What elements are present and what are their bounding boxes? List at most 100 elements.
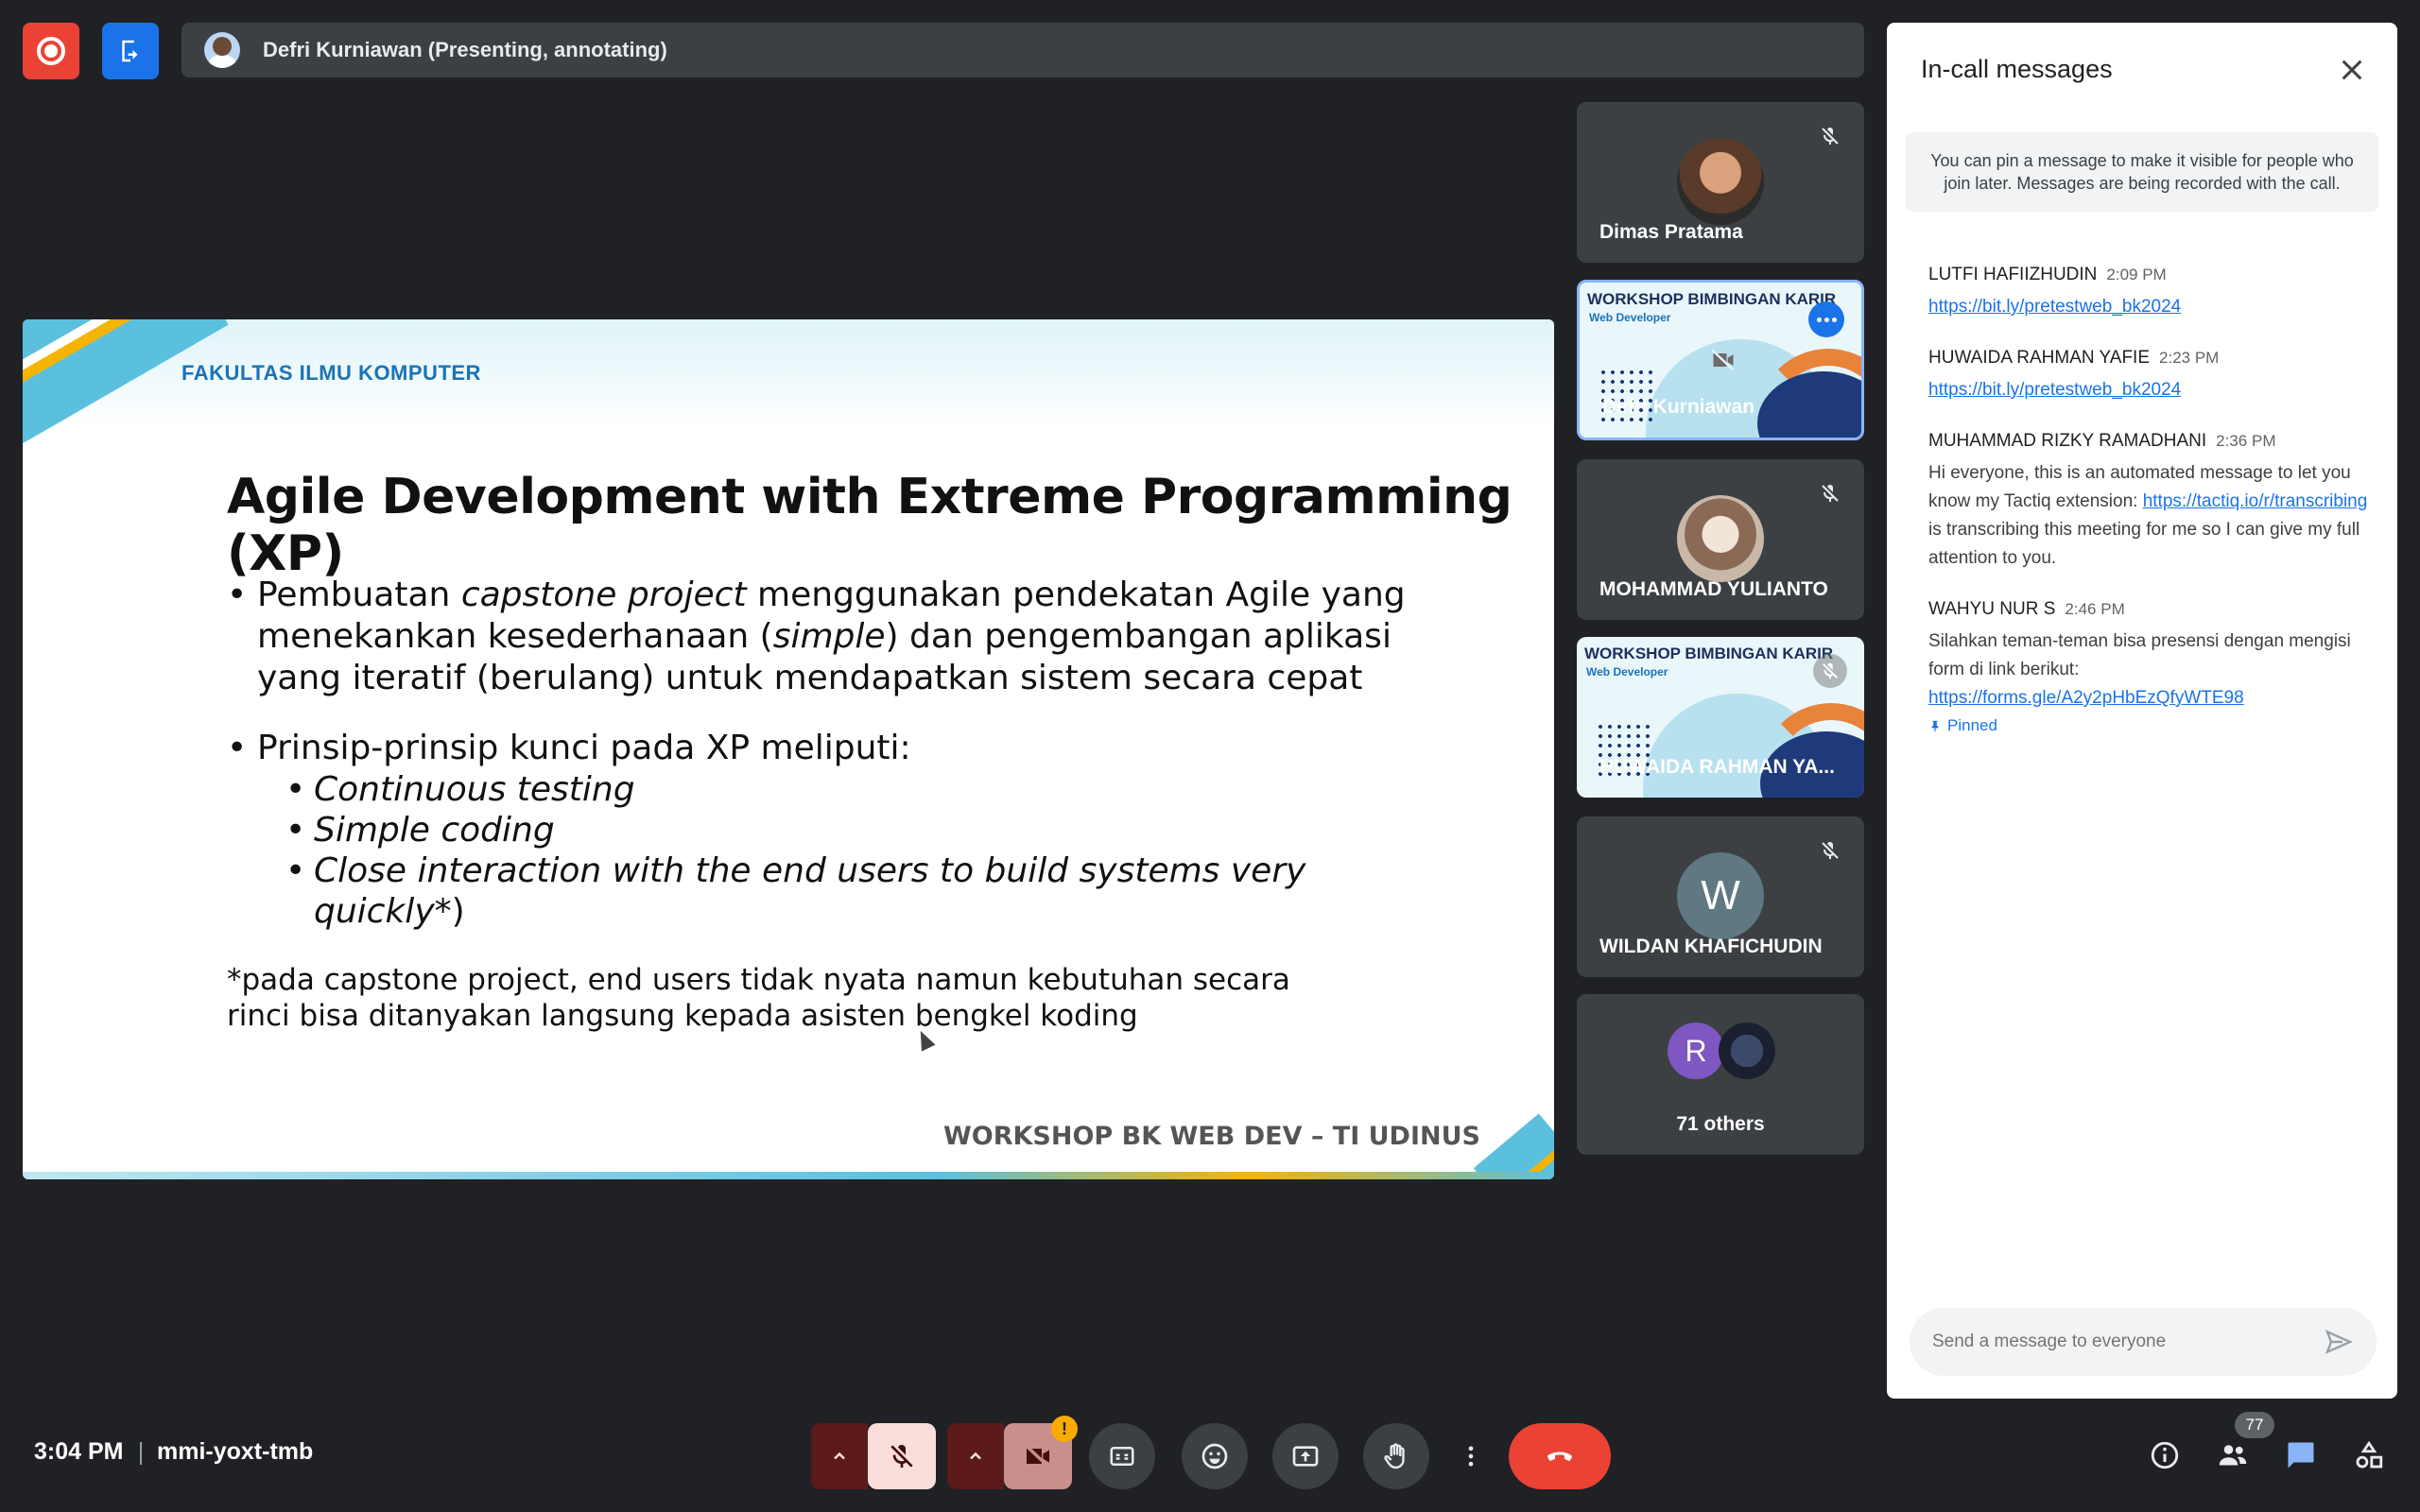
chat-message: WAHYU NUR S 2:46 PM Silahkan teman-teman …: [1928, 599, 2373, 735]
close-icon[interactable]: [2337, 55, 2367, 85]
chat-message: HUWAIDA RAHMAN YAFIE 2:23 PM https://bit.…: [1928, 348, 2373, 404]
slide-bullet: • Prinsip-prinsip kunci pada XP meliputi:: [227, 729, 911, 767]
presenter-bar: Defri Kurniawan (Presenting, annotating): [182, 23, 1864, 77]
activities-button[interactable]: [102, 23, 159, 79]
chevron-up-icon: [834, 1452, 845, 1460]
present-screen-icon: [1292, 1446, 1319, 1467]
microphone-button[interactable]: [868, 1423, 936, 1489]
message-time: 2:09 PM: [2106, 266, 2167, 284]
camera-off-icon: [1024, 1443, 1051, 1469]
more-options-button[interactable]: [1808, 301, 1844, 337]
participant-name: HUWAIDA RAHMAN YA...: [1599, 756, 1835, 778]
camera-off-icon: [1711, 349, 1735, 371]
shapes-icon: [2356, 1440, 2383, 1469]
participant-name: MOHAMMAD YULIANTO: [1599, 578, 1828, 600]
message-time: 2:36 PM: [2216, 432, 2276, 450]
reactions-button[interactable]: [1182, 1423, 1248, 1489]
audio-options-button[interactable]: [811, 1423, 868, 1489]
warning-badge: !: [1051, 1416, 1078, 1442]
participant-tile[interactable]: W WILDAN KHAFICHUDIN: [1577, 816, 1864, 977]
slide-faculty: FAKULTAS ILMU KOMPUTER: [182, 361, 481, 385]
tile-slide-title: WORKSHOP BIMBINGAN KARIR: [1587, 290, 1837, 308]
tile-slide-subtitle: Web Developer: [1589, 311, 1671, 324]
captions-button[interactable]: [1089, 1423, 1155, 1489]
slide-subbullet: • Simple coding: [285, 811, 555, 850]
end-call-icon: [1547, 1452, 1572, 1461]
video-options-button[interactable]: [947, 1423, 1004, 1489]
send-icon[interactable]: [2324, 1327, 2354, 1357]
chat-icon: [2288, 1442, 2314, 1469]
captions-icon: [1110, 1447, 1134, 1466]
pin-info-banner: You can pin a message to make it visible…: [1906, 132, 2378, 212]
info-icon: [2151, 1441, 2179, 1469]
in-call-messages-panel: In-call messages You can pin a message t…: [1887, 23, 2397, 1399]
clock: 3:04 PM: [34, 1438, 124, 1465]
others-tile[interactable]: R 71 others: [1577, 994, 1864, 1155]
slide-subbullet: • Close interaction with the end users to…: [285, 851, 1306, 931]
slide-title: Agile Development with Extreme Programmi…: [227, 469, 1512, 582]
hand-icon: [1384, 1443, 1405, 1469]
record-icon: [37, 37, 65, 65]
message-sender: WAHYU NUR S: [1928, 599, 2056, 619]
more-options-button[interactable]: [1452, 1423, 1490, 1489]
presenter-label: Defri Kurniawan (Presenting, annotating): [263, 38, 667, 61]
presenter-avatar: [204, 32, 240, 68]
participant-tile[interactable]: WORKSHOP BIMBINGAN KARIR Web Developer H…: [1577, 637, 1864, 798]
message-link[interactable]: https://bit.ly/pretestweb_bk2024: [1928, 297, 2181, 317]
people-button[interactable]: [2212, 1435, 2254, 1476]
mic-off-icon: [1813, 476, 1847, 510]
mic-off-icon: [1813, 833, 1847, 868]
avatar: R: [1668, 1022, 1724, 1079]
message-input[interactable]: [1932, 1332, 2324, 1352]
avatar: [1719, 1022, 1775, 1079]
participant-tile-presenter[interactable]: WORKSHOP BIMBINGAN KARIR Web Developer D…: [1577, 280, 1864, 440]
participant-name: Dimas Pratama: [1599, 221, 1743, 243]
avatar: [1677, 138, 1764, 225]
slide-bullet: • Pembuatan capstone project menggunakan…: [227, 576, 1406, 697]
people-icon: [2219, 1445, 2247, 1466]
message-link[interactable]: https://tactiq.io/r/transcribing: [2143, 491, 2368, 511]
pinned-label: Pinned: [1928, 716, 2373, 735]
raise-hand-button[interactable]: [1363, 1423, 1429, 1489]
message-sender: MUHAMMAD RIZKY RAMADHANI: [1928, 431, 2207, 451]
pin-icon: [1931, 720, 1939, 731]
chevron-up-icon: [970, 1452, 981, 1460]
participant-name: Defri Kurniawan: [1602, 396, 1755, 418]
camera-button[interactable]: !: [1004, 1416, 1078, 1489]
chat-button[interactable]: [2280, 1435, 2322, 1476]
slide-subbullet: • Continuous testing: [285, 770, 635, 809]
leave-call-button[interactable]: [1509, 1423, 1611, 1489]
clipboard-icon: [122, 40, 138, 62]
message-input-box[interactable]: [1910, 1308, 2377, 1376]
more-vert-icon: [1468, 1446, 1474, 1467]
message-list: LUTFI HAFIIZHUDIN 2:09 PM https://bit.ly/…: [1928, 265, 2373, 762]
presentation-slide: FAKULTAS ILMU KOMPUTER Agile Development…: [23, 319, 1554, 1179]
participant-name: WILDAN KHAFICHUDIN: [1599, 936, 1823, 957]
activities-button[interactable]: [2348, 1435, 2390, 1476]
meeting-details-button[interactable]: [2144, 1435, 2186, 1476]
message-sender: LUTFI HAFIIZHUDIN: [1928, 265, 2098, 284]
participant-tile[interactable]: Dimas Pratama: [1577, 102, 1864, 263]
recording-button[interactable]: [23, 23, 79, 79]
tile-slide-subtitle: Web Developer: [1586, 665, 1668, 679]
chat-message: MUHAMMAD RIZKY RAMADHANI 2:36 PM Hi every…: [1928, 431, 2368, 568]
message-sender: HUWAIDA RAHMAN YAFIE: [1928, 348, 2151, 368]
message-link[interactable]: https://forms.gle/A2y2pHbEzQfyWTE98: [1928, 688, 2244, 708]
present-button[interactable]: [1272, 1423, 1339, 1489]
message-time: 2:23 PM: [2159, 349, 2220, 367]
slide-footer: WORKSHOP BK WEB DEV – TI UDINUS: [942, 1122, 1480, 1151]
participant-tile[interactable]: MOHAMMAD YULIANTO: [1577, 459, 1864, 620]
avatar: W: [1677, 852, 1764, 939]
chat-message: LUTFI HAFIIZHUDIN 2:09 PM https://bit.ly/…: [1928, 265, 2373, 321]
meeting-code: mmi-yoxt-tmb: [157, 1438, 314, 1465]
others-count: 71 others: [1676, 1113, 1765, 1135]
avatar: [1677, 495, 1764, 582]
mic-off-icon: [890, 1444, 913, 1468]
emoji-icon: [1201, 1443, 1228, 1469]
mic-off-icon: [1813, 654, 1847, 688]
mic-off-icon: [1813, 119, 1847, 153]
message-time: 2:46 PM: [2065, 600, 2125, 618]
panel-title: In-call messages: [1921, 55, 2113, 83]
message-link[interactable]: https://bit.ly/pretestweb_bk2024: [1928, 380, 2181, 400]
tile-slide-title: WORKSHOP BIMBINGAN KARIR: [1584, 644, 1834, 662]
